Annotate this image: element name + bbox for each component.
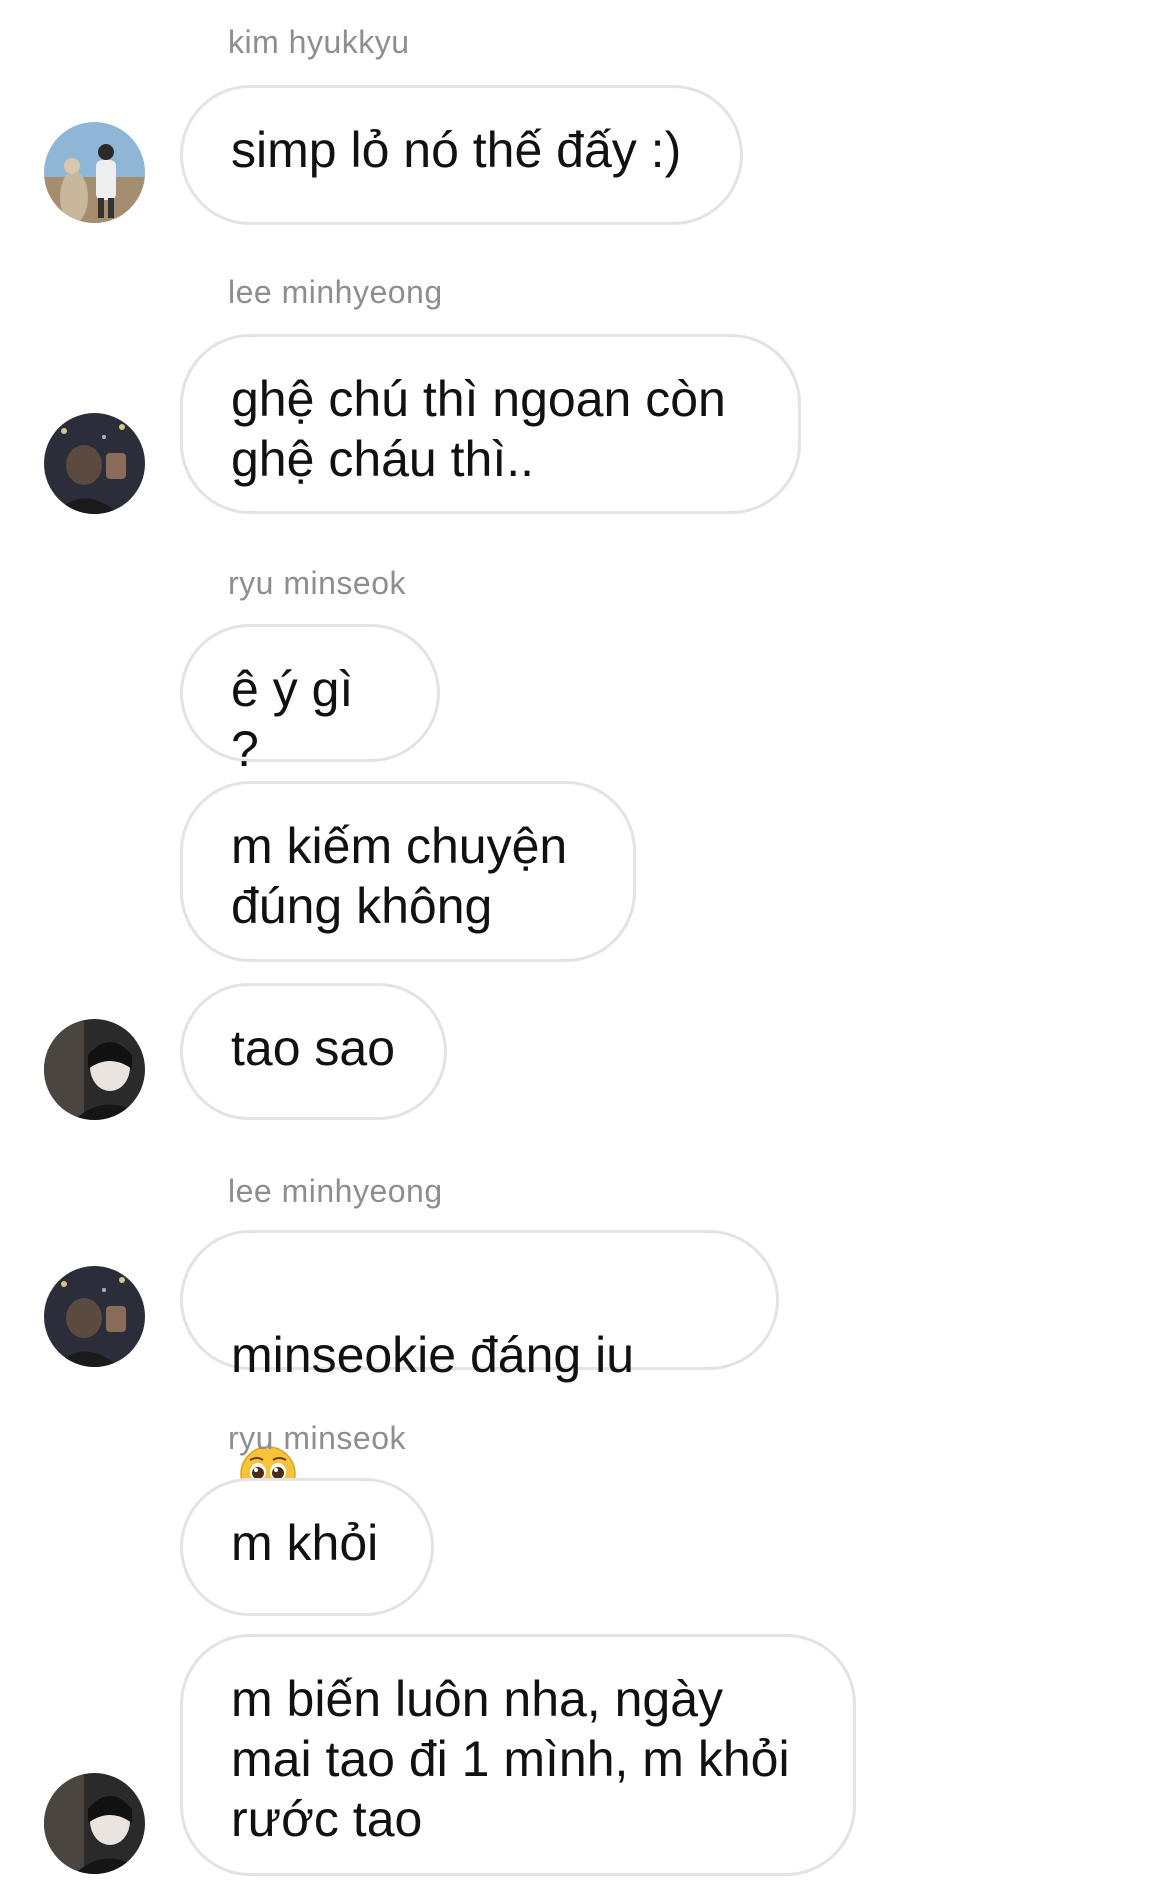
message-bubble[interactable]: simp lỏ nó thế đấy :) bbox=[180, 85, 743, 225]
message-text: minseokie đáng iu bbox=[231, 1327, 635, 1383]
avatar[interactable] bbox=[44, 1266, 145, 1367]
sender-name: kim hyukkyu bbox=[228, 24, 410, 60]
avatar[interactable] bbox=[44, 413, 145, 514]
message-bubble[interactable]: ghệ chú thì ngoan còn ghệ cháu thì.. bbox=[180, 334, 801, 514]
avatar[interactable] bbox=[44, 1019, 145, 1120]
sender-name: ryu minseok bbox=[228, 565, 406, 601]
message-bubble[interactable]: m khỏi bbox=[180, 1478, 434, 1616]
message-bubble[interactable]: ê ý gì ? bbox=[180, 624, 440, 777]
sender-name: lee minhyeong bbox=[228, 1173, 443, 1209]
sender-name: lee minhyeong bbox=[228, 274, 443, 310]
message-bubble[interactable]: m kiếm chuyện đúng không bbox=[180, 781, 636, 962]
message-bubble[interactable]: tao sao bbox=[180, 983, 447, 1120]
avatar[interactable] bbox=[44, 1773, 145, 1874]
message-bubble[interactable]: minseokie đáng iu bbox=[180, 1230, 779, 1502]
sender-name: ryu minseok bbox=[228, 1420, 406, 1456]
chat-screen: { "messages": [ {"sender": "kim hyukkyu"… bbox=[0, 0, 1170, 1887]
message-bubble[interactable]: m biến luôn nha, ngày mai tao đi 1 mình,… bbox=[180, 1634, 856, 1876]
avatar[interactable] bbox=[44, 122, 145, 223]
